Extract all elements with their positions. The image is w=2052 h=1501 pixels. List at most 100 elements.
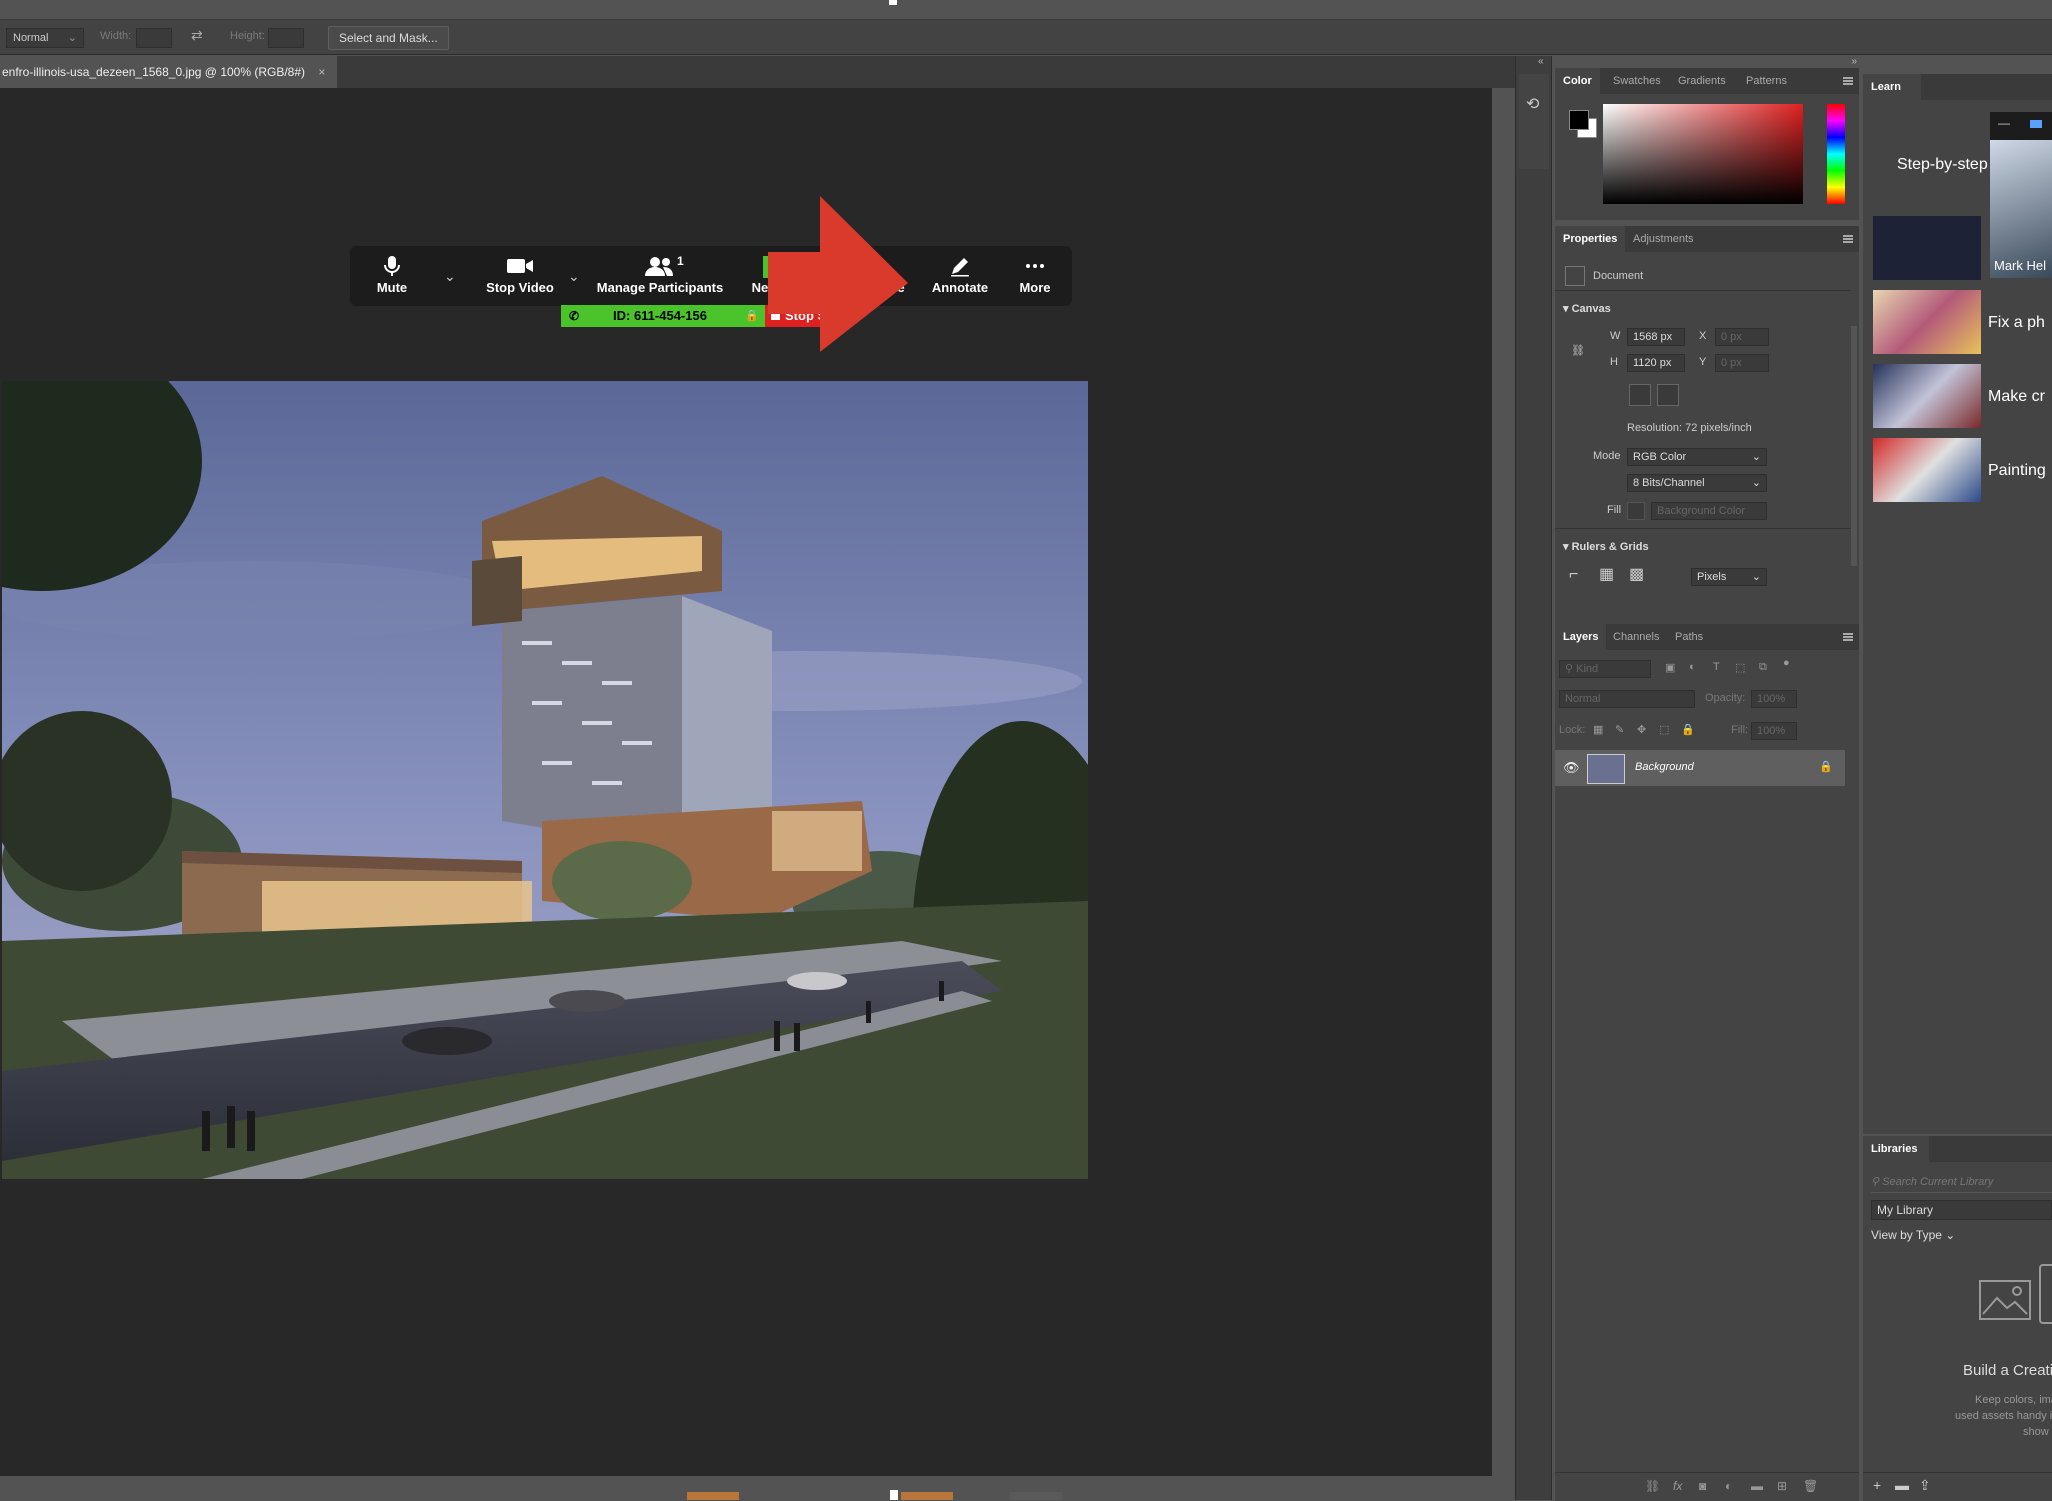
collapse-right-icon[interactable]: » — [1851, 56, 1857, 67]
tab-adjustments[interactable]: Adjustments — [1625, 226, 1702, 252]
filter-toggle-icon[interactable]: ● — [1783, 657, 1790, 669]
canvas-x-field[interactable]: 0 px — [1715, 328, 1769, 346]
view-by-type-dropdown[interactable]: View by Type ⌄ — [1871, 1228, 1955, 1242]
portrait-orientation-icon[interactable] — [1629, 384, 1651, 406]
canvas-width-field[interactable]: 1568 px — [1627, 328, 1685, 346]
tab-color[interactable]: Color — [1555, 68, 1600, 94]
tutorial-title-2[interactable]: Make cr — [1988, 388, 2045, 406]
new-layer-icon[interactable]: ⊞ — [1777, 1479, 1787, 1493]
rulers-section-header[interactable]: ▾ Rulers & Grids — [1563, 540, 1649, 553]
height-label: Height: — [230, 30, 265, 42]
link-icon[interactable]: ⛓ — [1571, 344, 1585, 357]
tab-patterns[interactable]: Patterns — [1738, 68, 1795, 94]
history-icon[interactable]: ⟲ — [1526, 94, 1539, 114]
fill-select[interactable]: Background Color — [1651, 502, 1767, 520]
width-field[interactable] — [136, 28, 172, 48]
tutorial-thumbnail-4[interactable] — [1873, 438, 1981, 502]
panel-menu-icon[interactable] — [1843, 77, 1853, 85]
libraries-tabbar: Libraries — [1863, 1136, 2052, 1162]
resize-handle[interactable] — [889, 0, 897, 5]
manage-participants-button[interactable]: 1 Manage Participants — [595, 246, 725, 306]
canvas-height-field[interactable]: 1120 px — [1627, 354, 1685, 372]
new-group-icon[interactable]: ▬ — [1751, 1479, 1763, 1493]
add-mask-icon[interactable]: ◙ — [1699, 1479, 1706, 1493]
link-layers-icon[interactable]: ⛓ — [1645, 1479, 1660, 1493]
hue-slider[interactable] — [1827, 104, 1845, 204]
mode-value: RGB Color — [1633, 451, 1687, 463]
tutorial-thumbnail-2[interactable] — [1873, 290, 1981, 354]
lock-position-icon[interactable]: ✥ — [1637, 723, 1646, 736]
library-search-input[interactable]: ⚲ Search Current Library — [1871, 1172, 2052, 1193]
video-options-chevron-icon[interactable]: ⌄ — [568, 268, 580, 285]
bit-depth-select[interactable]: 8 Bits/Channel ⌄ — [1627, 474, 1767, 492]
close-tab-icon[interactable]: × — [318, 65, 325, 79]
select-and-mask-button[interactable]: Select and Mask... — [328, 26, 449, 50]
filter-smartobject-icon[interactable]: ⧉ — [1759, 661, 1767, 674]
tutorial-thumbnail-3[interactable] — [1873, 364, 1981, 428]
add-icon[interactable]: + — [1873, 1477, 1881, 1493]
tab-channels[interactable]: Channels — [1605, 624, 1667, 650]
lock-all-icon[interactable]: 🔒 — [1681, 723, 1695, 736]
units-select[interactable]: Pixels ⌄ — [1691, 568, 1767, 586]
visibility-eye-icon[interactable]: 👁 — [1563, 760, 1580, 776]
style-select[interactable]: Normal ⌄ — [6, 28, 84, 48]
layer-fill-field[interactable]: 100% — [1751, 722, 1797, 740]
layer-row-background[interactable]: 👁 Background 🔒 — [1555, 750, 1845, 786]
landscape-orientation-icon[interactable] — [1657, 384, 1679, 406]
tutorial-title-3[interactable]: Painting — [1988, 462, 2046, 480]
filter-type-icon[interactable]: T — [1713, 661, 1720, 673]
filter-shape-icon[interactable]: ⬚ — [1735, 661, 1745, 674]
grid-icon[interactable]: ▦ — [1599, 564, 1614, 584]
blend-mode-select[interactable]: Normal — [1559, 690, 1695, 708]
color-field[interactable] — [1603, 104, 1803, 204]
foreground-color-swatch[interactable] — [1569, 110, 1589, 130]
swap-icon[interactable]: ⇄ — [191, 27, 203, 44]
tab-properties[interactable]: Properties — [1555, 226, 1626, 252]
tab-paths[interactable]: Paths — [1667, 624, 1711, 650]
panel-menu-icon[interactable] — [1843, 235, 1853, 243]
horizontal-scrollbar[interactable] — [0, 1476, 1492, 1500]
lock-artboard-icon[interactable]: ⬚ — [1659, 723, 1669, 736]
resize-handle-bottom[interactable] — [890, 1490, 898, 1500]
opacity-field[interactable]: 100% — [1751, 690, 1797, 708]
ruler-icon[interactable]: ⌐ — [1569, 566, 1578, 584]
tutorial-title-1[interactable]: Fix a ph — [1988, 314, 2045, 332]
collapse-left-icon[interactable]: « — [1538, 56, 1544, 67]
tab-libraries[interactable]: Libraries — [1863, 1136, 1929, 1162]
lock-image-icon[interactable]: ✎ — [1615, 723, 1624, 736]
minimize-icon[interactable]: — — [1998, 116, 2010, 130]
view-icon[interactable] — [2030, 120, 2042, 128]
annotate-button[interactable]: Annotate — [925, 246, 995, 306]
document-tab[interactable]: enfro-illinois-usa_dezeen_1568_0.jpg @ 1… — [0, 56, 338, 88]
upload-icon[interactable]: ⇪ — [1919, 1477, 1931, 1494]
filter-pixel-icon[interactable]: ▣ — [1665, 661, 1675, 674]
filter-adjustment-icon[interactable]: ◐ — [1689, 661, 1696, 673]
adjustment-layer-icon[interactable]: ◐ — [1725, 1479, 1732, 1493]
library-select[interactable]: My Library — [1871, 1200, 2052, 1220]
canvas-y-field[interactable]: 0 px — [1715, 354, 1769, 372]
audio-options-chevron-icon[interactable]: ⌄ — [444, 268, 456, 285]
lock-transparent-icon[interactable]: ▦ — [1593, 723, 1603, 736]
vertical-scrollbar[interactable] — [1492, 88, 1515, 1476]
tab-learn[interactable]: Learn — [1863, 74, 1921, 100]
properties-scrollbar[interactable] — [1851, 326, 1857, 566]
folder-icon[interactable]: ▬ — [1895, 1477, 1909, 1493]
meeting-id-bar[interactable]: ✆ ID: 611-454-156 🔒 — [561, 305, 765, 327]
more-button[interactable]: More — [1010, 246, 1060, 306]
mute-button[interactable]: Mute — [364, 246, 420, 306]
layer-kind-filter[interactable]: ⚲ Kind — [1559, 660, 1651, 678]
fx-icon[interactable]: fx — [1673, 1479, 1682, 1493]
panel-menu-icon[interactable] — [1843, 633, 1853, 641]
guides-icon[interactable]: ▩ — [1629, 564, 1644, 584]
height-field[interactable] — [268, 28, 304, 48]
canvas-section-header[interactable]: ▾ Canvas — [1563, 302, 1611, 315]
taskbar-thumb-1 — [687, 1492, 739, 1500]
mode-select[interactable]: RGB Color ⌄ — [1627, 448, 1767, 466]
tutorial-thumbnail-1[interactable] — [1873, 216, 1981, 280]
tab-layers[interactable]: Layers — [1555, 624, 1607, 650]
stop-video-button[interactable]: Stop Video — [480, 246, 560, 306]
delete-layer-icon[interactable]: 🗑 — [1803, 1479, 1818, 1493]
tab-swatches[interactable]: Swatches — [1605, 68, 1669, 94]
fill-swatch[interactable] — [1627, 502, 1645, 520]
tab-gradients[interactable]: Gradients — [1670, 68, 1734, 94]
